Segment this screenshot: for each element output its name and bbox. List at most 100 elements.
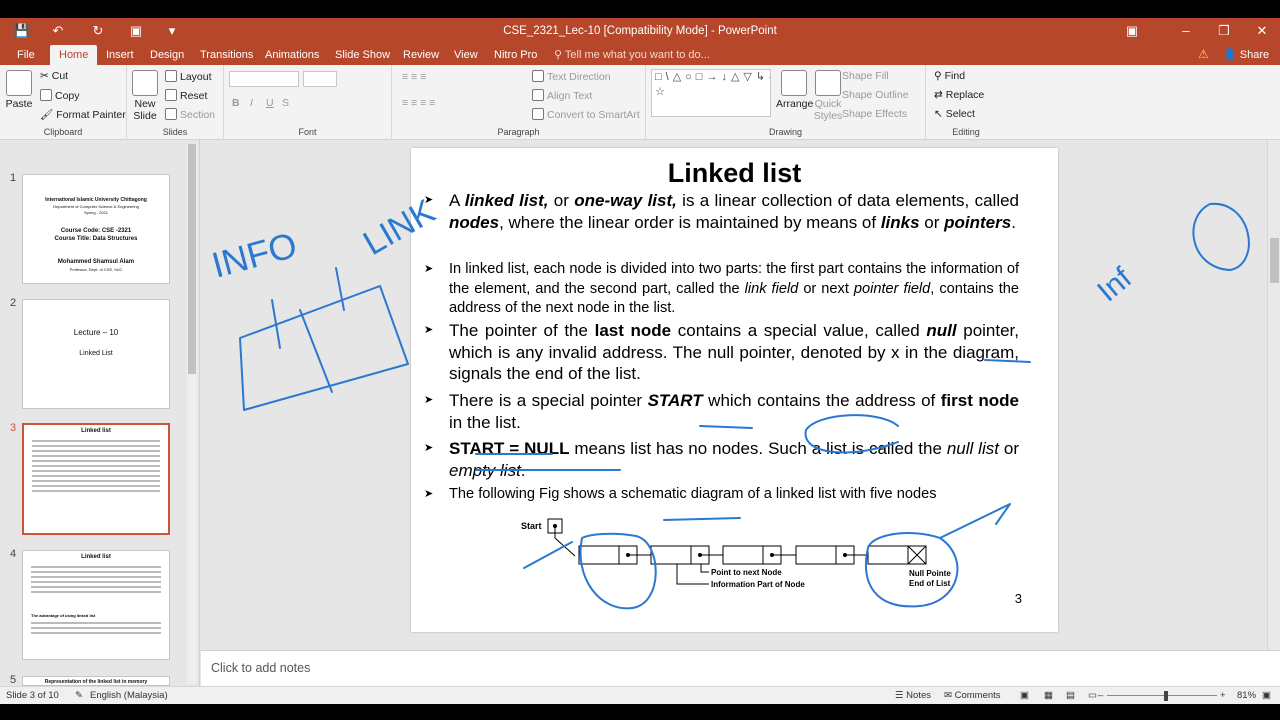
status-bar: Slide 3 of 10 ✎ English (Malaysia) ☰ Not… — [0, 686, 1280, 704]
select-button[interactable]: ↖ Select — [934, 108, 975, 120]
tab-insert[interactable]: Insert — [97, 45, 143, 65]
zoom-slider[interactable] — [1107, 695, 1217, 696]
zoom-slider-thumb[interactable] — [1164, 691, 1168, 701]
tab-view[interactable]: View — [445, 45, 487, 65]
select-label: Select — [945, 108, 975, 120]
text: empty list — [449, 460, 521, 480]
thumbnail-slide-5[interactable]: Representation of the linked list in mem… — [22, 676, 170, 686]
null-pointer-label: Null Pointer — [909, 569, 951, 578]
cursor-icon: ↖ — [934, 108, 943, 120]
underline-icon[interactable]: U — [266, 97, 274, 109]
text: or — [998, 439, 1019, 458]
section-icon — [165, 108, 177, 120]
bullet-6: ➤ The following Fig shows a schematic dia… — [424, 485, 1019, 505]
powerpoint-window: 💾 ↶ ↻ ▣ ▾ CSE_2321_Lec-10 [Compatibility… — [0, 18, 1280, 704]
text: null — [926, 321, 957, 340]
thumbnail-slide-1[interactable]: International Islamic University Chittag… — [22, 174, 170, 284]
tab-design[interactable]: Design — [141, 45, 193, 65]
tell-me-input[interactable]: ⚲ Tell me what you want to do... — [554, 45, 710, 65]
tab-slide-show[interactable]: Slide Show — [326, 45, 399, 65]
section-label: Section — [180, 109, 216, 121]
smartart-button[interactable]: Convert to SmartArt — [532, 108, 640, 121]
slide-canvas[interactable]: Linked list ➤ A linked list, or one-way l… — [201, 140, 1267, 650]
language-status[interactable]: English (Malaysia) — [90, 690, 168, 701]
shapes-gallery[interactable]: □\△○□→↓△▽↳{}☆ — [651, 69, 771, 117]
slide-title: Linked list — [667, 158, 802, 188]
notes-pane[interactable]: Click to add notes — [201, 650, 1280, 686]
cut-button[interactable]: ✂ Cut — [40, 70, 68, 82]
text: or — [919, 212, 945, 232]
text: one-way list, — [574, 191, 677, 210]
text: links — [880, 212, 920, 232]
bullets-icon[interactable]: ≡ ≡ ≡ — [402, 71, 426, 83]
new-slide-button[interactable]: New Slide — [129, 70, 161, 122]
fit-slide-icon[interactable]: ▣ — [1262, 690, 1271, 701]
text-direction-button[interactable]: Text Direction — [532, 70, 611, 83]
tab-nitro-pro[interactable]: Nitro Pro — [485, 45, 546, 65]
scroll-thumb[interactable] — [1270, 238, 1279, 283]
replace-button[interactable]: ⇄ Replace — [934, 89, 984, 101]
notes-placeholder: Click to add notes — [211, 661, 311, 675]
slide[interactable]: Linked list ➤ A linked list, or one-way l… — [411, 148, 1058, 632]
section-button[interactable]: Section — [165, 108, 215, 121]
thumbnail-scrollbar[interactable] — [187, 144, 197, 684]
shadow-icon[interactable]: S — [282, 97, 289, 109]
canvas-scrollbar[interactable] — [1267, 140, 1280, 650]
info-callout — [676, 564, 709, 585]
copy-button[interactable]: Copy — [40, 89, 80, 102]
thumb-number: 1 — [10, 172, 17, 184]
quick-styles-button[interactable]: Quick Styles — [810, 70, 846, 122]
warning-icon[interactable]: ⚠ — [1198, 47, 1209, 61]
tab-home[interactable]: Home — [50, 45, 98, 65]
font-size-box[interactable] — [303, 71, 337, 87]
spellcheck-icon[interactable]: ✎ — [75, 690, 83, 701]
shape-effects-button[interactable]: Shape Effects — [842, 108, 907, 120]
normal-view-icon[interactable]: ▣ — [1020, 690, 1029, 701]
restore-icon[interactable]: ❐ — [1212, 21, 1236, 41]
font-name-box[interactable] — [229, 71, 299, 87]
notes-button[interactable]: ☰ Notes — [895, 690, 931, 701]
paste-button[interactable]: Paste — [4, 70, 34, 110]
thumb-number: 5 — [10, 674, 17, 686]
zoom-out-icon[interactable]: – — [1098, 690, 1103, 701]
slide-sorter-icon[interactable]: ▦ — [1044, 690, 1053, 701]
info-label: Information Part of Node — [711, 580, 805, 589]
reset-button[interactable]: Reset — [165, 89, 207, 102]
tab-transitions[interactable]: Transitions — [191, 45, 262, 65]
thumbnail-slide-2[interactable]: Lecture – 10 Linked List — [22, 299, 170, 409]
slideshow-view-icon[interactable]: ▭ — [1088, 690, 1097, 701]
text: There is a special pointer — [449, 391, 648, 410]
shape-fill-button[interactable]: Shape Fill — [842, 70, 889, 82]
shape-outline-label: Shape Outline — [842, 89, 909, 101]
pointer-callout — [700, 564, 709, 573]
tab-animations[interactable]: Animations — [256, 45, 328, 65]
align-icons[interactable]: ≡ ≡ ≡ ≡ — [402, 97, 435, 109]
find-button[interactable]: ⚲ Find — [934, 70, 965, 82]
bullet-arrow-icon: ➤ — [424, 394, 434, 406]
thumb-text: Mohammed Shamsul Alam — [57, 259, 135, 265]
comments-button[interactable]: ✉ Comments — [944, 690, 1001, 701]
bold-icon[interactable]: B — [232, 97, 240, 109]
minimize-icon[interactable]: – — [1174, 21, 1198, 41]
align-text-button[interactable]: Align Text — [532, 89, 592, 102]
close-icon[interactable]: ✕ — [1250, 21, 1274, 41]
zoom-level[interactable]: 81% — [1237, 690, 1256, 701]
format-painter-button[interactable]: 🖌 Format Painter — [40, 108, 126, 121]
thumbnail-slide-4[interactable]: Linked list The advantage of using linke… — [22, 550, 170, 660]
italic-icon[interactable]: I — [250, 97, 253, 109]
linked-list-diagram: Start Point to next Node Information Par… — [521, 518, 951, 589]
arrange-button[interactable]: Arrange — [776, 70, 813, 110]
pointer-label: Point to next Node — [711, 568, 782, 577]
thumb-text: Linked list — [81, 428, 111, 434]
scroll-thumb[interactable] — [188, 144, 196, 374]
zoom-in-icon[interactable]: + — [1220, 690, 1226, 701]
share-button[interactable]: 👤 Share — [1223, 45, 1269, 65]
layout-button[interactable]: Layout — [165, 70, 212, 83]
text: START = NULL — [449, 439, 570, 458]
shape-outline-button[interactable]: Shape Outline — [842, 89, 909, 101]
ribbon-display-icon[interactable]: ▣ — [1120, 21, 1144, 41]
reading-view-icon[interactable]: ▤ — [1066, 690, 1075, 701]
thumbnail-slide-3[interactable]: Linked list — [22, 423, 170, 535]
tab-review[interactable]: Review — [394, 45, 448, 65]
tab-file[interactable]: File — [8, 45, 44, 65]
